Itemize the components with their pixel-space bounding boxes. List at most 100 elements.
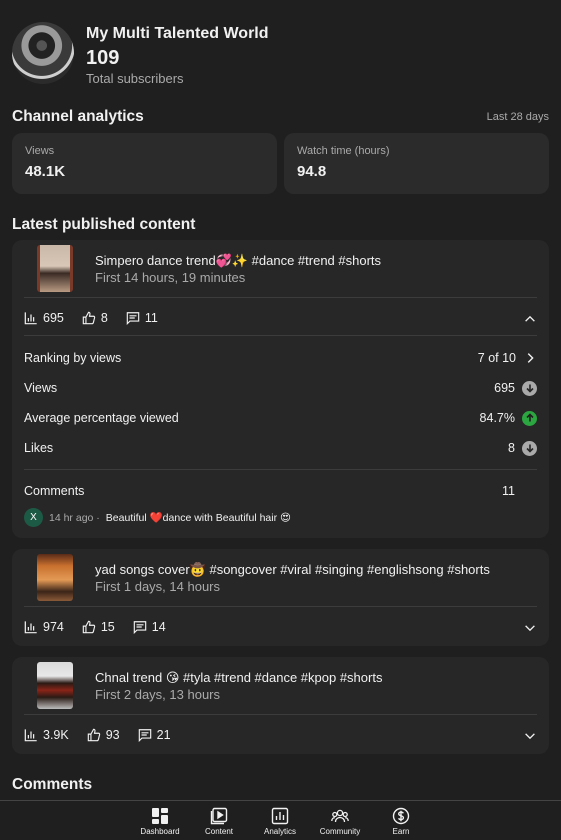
nav-earn[interactable]: Earn <box>371 807 431 836</box>
comment-text: Beautiful ❤️dance with Beautiful hair 😍 <box>106 511 291 524</box>
comments-detail-label: Comments <box>24 484 85 498</box>
recent-comment[interactable]: X 14 hr ago · Beautiful ❤️dance with Bea… <box>24 508 291 527</box>
comment-text-part-a: Beautiful <box>105 512 147 524</box>
avg-viewed-value: 84.7% <box>479 411 515 425</box>
bottom-navigation: Dashboard Content Analytics Community Ea… <box>0 800 561 840</box>
dashboard-icon <box>152 808 168 824</box>
thumbs-up-icon <box>82 620 96 634</box>
views-stat-card[interactable]: Views 48.1K <box>12 133 277 194</box>
ranking-label: Ranking by views <box>24 351 122 365</box>
ranking-value: 7 of 10 <box>477 351 516 365</box>
chevron-down-icon[interactable] <box>523 621 537 635</box>
views-metric: 695 <box>24 311 64 325</box>
views-count: 695 <box>43 311 64 325</box>
bar-chart-icon <box>24 621 37 634</box>
nav-earn-label: Earn <box>392 827 410 836</box>
heart-icon: ❤️ <box>149 512 163 524</box>
commenter-avatar: X <box>24 508 43 527</box>
video-title[interactable]: yad songs cover🤠 #songcover #viral #sing… <box>95 562 490 578</box>
video-title[interactable]: Chnal trend 😘 #tyla #trend #dance #kpop … <box>95 670 382 686</box>
bar-chart-icon <box>24 729 37 742</box>
likes-count: 8 <box>100 311 108 325</box>
nav-content-label: Content <box>204 827 234 836</box>
divider <box>24 335 537 336</box>
thumbs-up-icon <box>87 728 100 742</box>
divider <box>24 714 537 715</box>
video-timeframe: First 1 days, 14 hours <box>95 579 220 594</box>
community-icon <box>331 809 349 823</box>
video-metrics: 695 8 11 <box>24 311 158 325</box>
watch-time-stat-card[interactable]: Watch time (hours) 94.8 <box>284 133 549 194</box>
nav-content[interactable]: Content <box>189 807 249 836</box>
video-title[interactable]: Simpero dance trend💞✨ #dance #trend #sho… <box>95 253 381 269</box>
comment-time: 14 hr ago · <box>49 511 100 524</box>
comment-text-part-b: dance with Beautiful hair <box>162 512 278 524</box>
chevron-up-icon[interactable] <box>523 312 537 326</box>
ranking-row[interactable]: Ranking by views 7 of 10 <box>24 348 537 368</box>
subscriber-count: 109 <box>86 47 120 69</box>
channel-avatar[interactable] <box>12 22 74 84</box>
comments-count: 21 <box>156 728 171 742</box>
arrow-down-icon <box>522 380 537 396</box>
nav-analytics-label: Analytics <box>263 827 296 836</box>
views-count: 3.9K <box>43 728 69 742</box>
latest-content-title: Latest published content <box>12 216 196 233</box>
analytics-title: Channel analytics <box>12 108 144 125</box>
views-stat-label: Views <box>25 145 55 157</box>
divider <box>24 297 537 298</box>
avg-viewed-label: Average percentage viewed <box>24 411 179 425</box>
comments-count: 14 <box>151 620 166 634</box>
video-metrics: 974 15 14 <box>24 620 166 634</box>
comments-row[interactable]: Comments 11 <box>24 481 515 501</box>
comments-metric: 21 <box>138 728 171 742</box>
likes-metric: 8 <box>82 311 108 325</box>
channel-name: My Multi Talented World <box>86 25 269 42</box>
video-thumbnail[interactable] <box>37 554 73 601</box>
video-thumbnail[interactable] <box>37 662 73 709</box>
divider <box>24 606 537 607</box>
arrow-down-icon <box>522 440 537 456</box>
views-detail-label: Views <box>24 381 58 395</box>
content-card-3: Chnal trend 😘 #tyla #trend #dance #kpop … <box>12 657 549 754</box>
divider <box>24 469 537 470</box>
likes-count: 93 <box>105 728 120 742</box>
nav-dashboard[interactable]: Dashboard <box>130 807 190 836</box>
comment-icon <box>126 312 140 325</box>
views-detail-value: 695 <box>494 381 515 395</box>
comments-detail-value: 11 <box>502 484 515 498</box>
content-card-2: yad songs cover🤠 #songcover #viral #sing… <box>12 549 549 646</box>
video-timeframe: First 2 days, 13 hours <box>95 687 220 702</box>
comments-metric: 14 <box>133 620 166 634</box>
views-count: 974 <box>43 620 64 634</box>
analytics-icon <box>271 807 289 825</box>
chevron-down-icon[interactable] <box>523 729 537 743</box>
nav-analytics[interactable]: Analytics <box>250 807 310 836</box>
video-thumbnail[interactable] <box>37 245 73 292</box>
content-icon <box>210 807 228 825</box>
channel-header: My Multi Talented World 109 Total subscr… <box>12 22 552 86</box>
content-card-1: Simpero dance trend💞✨ #dance #trend #sho… <box>12 240 549 538</box>
views-metric: 974 <box>24 620 64 634</box>
nav-dashboard-label: Dashboard <box>140 827 180 836</box>
views-stat-value: 48.1K <box>25 163 66 180</box>
bar-chart-icon <box>24 312 37 325</box>
comments-metric: 11 <box>126 311 158 325</box>
likes-metric: 93 <box>87 728 120 742</box>
comment-emoji: 😍 <box>280 512 291 524</box>
comments-count: 11 <box>144 311 158 325</box>
chevron-right-icon <box>527 353 534 363</box>
views-row: Views 695 <box>24 378 537 398</box>
avg-viewed-row: Average percentage viewed 84.7% <box>24 408 537 428</box>
comment-icon <box>138 729 151 742</box>
likes-detail-label: Likes <box>24 441 54 455</box>
likes-detail-value: 8 <box>508 441 515 455</box>
arrow-up-icon <box>522 410 537 426</box>
nav-community[interactable]: Community <box>310 807 370 836</box>
subscriber-label: Total subscribers <box>86 71 184 86</box>
comment-icon <box>133 621 147 634</box>
video-timeframe: First 14 hours, 19 minutes <box>95 270 246 285</box>
watch-time-stat-value: 94.8 <box>297 163 327 180</box>
likes-metric: 15 <box>82 620 115 634</box>
comments-section-title: Comments <box>12 776 93 793</box>
likes-count: 15 <box>100 620 115 634</box>
